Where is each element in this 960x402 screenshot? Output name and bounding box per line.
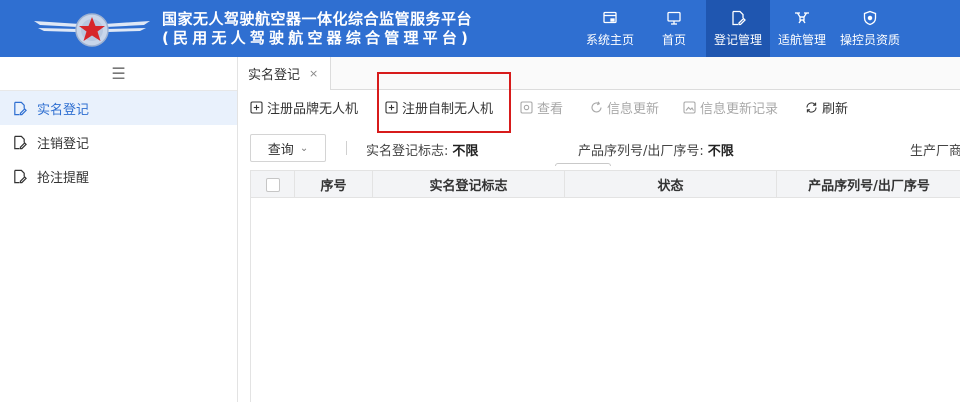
nav-home[interactable]: 首页 — [642, 0, 706, 57]
eye-box-icon — [520, 100, 533, 114]
sidebar-item-realname-registration[interactable]: 实名登记 — [0, 91, 237, 125]
filter-manufacturer[interactable]: 生产厂商 — [910, 140, 960, 159]
close-icon[interactable]: × — [309, 67, 318, 80]
image-box-icon — [683, 100, 696, 114]
tab-realname-registration[interactable]: 实名登记 × — [239, 57, 331, 90]
filter-expand-handle[interactable] — [555, 163, 611, 166]
refresh-icon — [806, 101, 817, 113]
top-nav: 系统主页 首页 登记管理 适航管理 操控员资质 — [578, 0, 906, 57]
shield-icon — [863, 10, 877, 25]
button-label: 信息更新记录 — [700, 101, 779, 117]
register-self-made-drone-button[interactable]: 注册自制无人机 — [385, 94, 493, 120]
nav-label: 登记管理 — [713, 32, 762, 47]
platform-title-main: 国家无人驾驶航空器一体化综合监管服务平台 — [162, 10, 473, 28]
filter-divider — [346, 141, 347, 155]
button-label: 查看 — [537, 101, 564, 117]
nav-airworthiness[interactable]: 适航管理 — [770, 0, 834, 57]
query-label: 查询 — [267, 142, 294, 158]
query-dropdown-button[interactable]: 查询 ⌄ — [250, 134, 326, 162]
info-update-button[interactable]: 信息更新 — [590, 94, 659, 120]
top-header: 国家无人驾驶航空器一体化综合监管服务平台 (民用无人驾驶航空器综合管理平台) 系… — [0, 0, 960, 57]
tab-label: 实名登记 — [248, 68, 301, 83]
view-button[interactable]: 查看 — [520, 94, 563, 120]
sidebar-item-preemptive-alert[interactable]: 抢注提醒 — [0, 159, 237, 193]
register-brand-drone-button[interactable]: 注册品牌无人机 — [250, 94, 358, 120]
plus-square-icon — [250, 100, 263, 114]
window-icon — [603, 11, 617, 23]
nav-system-home[interactable]: 系统主页 — [578, 0, 642, 57]
filter-label: 产品序列号/出厂序号: — [578, 144, 704, 159]
filter-value: 不限 — [452, 144, 479, 159]
document-edit-icon — [14, 169, 27, 183]
main-content: 实名登记 × 注册品牌无人机 注册自制无人机 查看 信息更新 信息更新记录 刷新… — [239, 57, 960, 402]
drone-icon — [795, 11, 809, 23]
document-edit-icon — [14, 135, 27, 149]
filter-label: 生产厂商 — [910, 144, 960, 159]
sidebar-item-label: 抢注提醒 — [37, 170, 90, 186]
sidebar: ☰ 实名登记 注销登记 抢注提醒 — [0, 57, 238, 402]
monitor-icon — [667, 11, 681, 25]
toolbar: 注册品牌无人机 注册自制无人机 查看 信息更新 信息更新记录 刷新 — [239, 94, 960, 120]
nav-label: 系统主页 — [585, 32, 634, 47]
button-label: 信息更新 — [607, 101, 660, 117]
table-body — [251, 198, 960, 402]
platform-title: 国家无人驾驶航空器一体化综合监管服务平台 (民用无人驾驶航空器综合管理平台) — [162, 10, 472, 48]
column-header-status[interactable]: 状态 — [565, 171, 777, 198]
sidebar-item-label: 注销登记 — [37, 136, 90, 152]
select-all-checkbox[interactable] — [265, 177, 280, 192]
nav-label: 适航管理 — [777, 32, 826, 47]
sidebar-item-label: 实名登记 — [37, 102, 90, 118]
refresh-button[interactable]: 刷新 — [805, 94, 848, 120]
tab-bar: 实名登记 × — [239, 57, 960, 90]
column-header-serial-number[interactable]: 产品序列号/出厂序号 — [777, 171, 960, 198]
nav-label: 操控员资质 — [839, 32, 900, 47]
column-header-realname-flag[interactable]: 实名登记标志 — [373, 171, 565, 198]
civil-aviation-logo-icon — [34, 13, 150, 47]
sidebar-item-cancel-registration[interactable]: 注销登记 — [0, 125, 237, 159]
column-header-index[interactable]: 序号 — [295, 171, 373, 198]
sync-icon — [591, 101, 602, 113]
document-edit-icon — [14, 101, 27, 115]
filter-label: 实名登记标志: — [366, 144, 449, 159]
registration-table: 序号 实名登记标志 状态 产品序列号/出厂序号 — [250, 170, 960, 402]
filter-value: 不限 — [707, 144, 734, 159]
nav-operator-qualification[interactable]: 操控员资质 — [834, 0, 906, 57]
chevron-down-icon: ⌄ — [299, 142, 309, 154]
plus-square-icon — [385, 100, 398, 114]
filter-row: 查询 ⌄ 实名登记标志: 不限 产品序列号/出厂序号: 不限 生产厂商 — [239, 130, 960, 166]
button-label: 注册品牌无人机 — [267, 101, 359, 117]
table-header: 序号 实名登记标志 状态 产品序列号/出厂序号 — [251, 170, 960, 198]
filter-serial-number[interactable]: 产品序列号/出厂序号: 不限 — [578, 140, 734, 159]
nav-label: 首页 — [661, 32, 686, 47]
nav-registration[interactable]: 登记管理 — [706, 0, 770, 57]
button-label: 注册自制无人机 — [402, 101, 494, 117]
document-edit-icon — [732, 10, 746, 25]
platform-title-sub: (民用无人驾驶航空器综合管理平台) — [162, 29, 473, 47]
button-label: 刷新 — [822, 101, 849, 117]
menu-icon: ☰ — [111, 64, 126, 83]
update-records-button[interactable]: 信息更新记录 — [683, 94, 778, 120]
filter-realname-flag[interactable]: 实名登记标志: 不限 — [366, 140, 478, 159]
select-all-cell — [251, 171, 295, 198]
sidebar-toggle[interactable]: ☰ — [0, 57, 237, 91]
